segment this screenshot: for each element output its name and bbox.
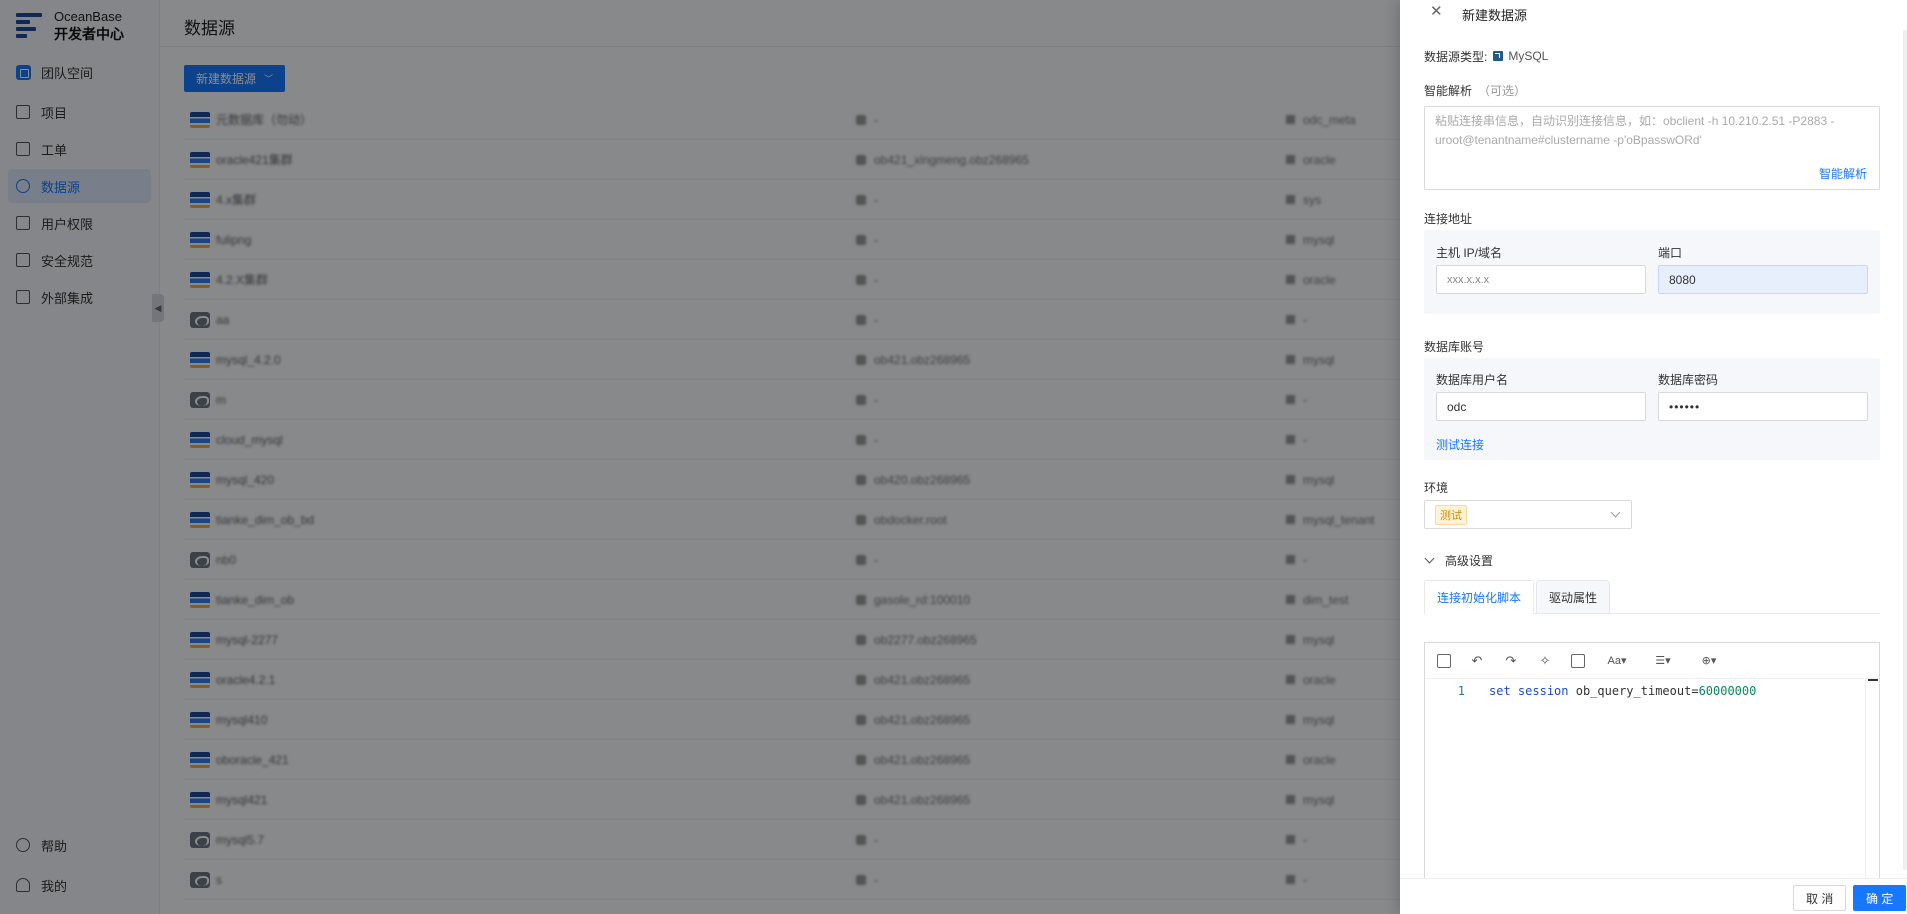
connection-address-label: 连接地址: [1424, 212, 1473, 226]
advanced-tabs: 连接初始化脚本 驱动属性: [1424, 580, 1880, 614]
environment-tag: 测试: [1435, 504, 1467, 525]
environment-label: 环境: [1424, 481, 1449, 495]
snippet-icon[interactable]: ⊕▾: [1695, 653, 1723, 669]
drawer-header: ✕ 新建数据源: [1400, 0, 1907, 26]
datasource-type-value: MySQL: [1508, 49, 1549, 63]
datasource-type-label: 数据源类型:: [1424, 49, 1488, 64]
drawer-footer: 取 消 确 定: [1400, 878, 1907, 914]
undo-icon[interactable]: ↶: [1469, 653, 1485, 669]
ai-parse-label: 智能解析 （可选）: [1424, 82, 1526, 99]
connection-address-panel: 主机 IP/域名 xxx.x.x.x 端口 8080: [1424, 230, 1880, 314]
redo-icon[interactable]: ↷: [1503, 653, 1519, 669]
code-operator: =: [1691, 684, 1699, 698]
drawer-scrollbar[interactable]: [1903, 30, 1907, 870]
code-number: 60000000: [1698, 684, 1757, 698]
indent-icon[interactable]: ☰▾: [1649, 653, 1677, 669]
close-icon[interactable]: ✕: [1430, 4, 1443, 20]
datasource-type: 数据源类型: MySQL: [1424, 46, 1880, 66]
magic-wand-icon[interactable]: ✧: [1537, 653, 1553, 669]
font-case-icon[interactable]: Aa ▾: [1603, 653, 1631, 669]
chevron-down-icon: [1424, 553, 1435, 564]
editor-toolbar: ↶ ↷ ✧ Aa ▾ ☰▾ ⊕▾: [1425, 643, 1879, 679]
cancel-button[interactable]: 取 消: [1793, 885, 1847, 911]
confirm-button[interactable]: 确 定: [1853, 885, 1907, 911]
db-username-input[interactable]: odc: [1436, 392, 1646, 421]
port-label: 端口: [1658, 246, 1683, 260]
ai-parse-title: 智能解析: [1424, 84, 1473, 98]
db-password-label: 数据库密码: [1658, 373, 1719, 387]
db-password-input[interactable]: ••••••: [1658, 392, 1868, 421]
test-connection-link[interactable]: 测试连接: [1436, 436, 1484, 453]
tab-init-script[interactable]: 连接初始化脚本: [1424, 580, 1535, 614]
connection-string-placeholder: 粘贴连接串信息，自动识别连接信息，如：obclient -h 10.210.2.…: [1435, 114, 1835, 147]
host-label: 主机 IP/域名: [1436, 246, 1503, 260]
code-line: 1 set session ob_query_timeout=60000000: [1425, 684, 1757, 698]
format-doc-icon[interactable]: [1437, 653, 1451, 668]
mysql-icon: [1493, 51, 1504, 61]
db-username-label: 数据库用户名: [1436, 373, 1509, 387]
chevron-down-icon: [1610, 507, 1621, 518]
ai-parse-optional: （可选）: [1478, 84, 1527, 98]
port-input[interactable]: 8080: [1658, 265, 1868, 294]
ai-parse-button[interactable]: 智能解析: [1819, 165, 1867, 184]
line-number: 1: [1457, 684, 1465, 698]
drawer-body: 数据源类型: MySQL 智能解析 （可选） 粘贴连接串信息，自动识别连接信息，如…: [1424, 46, 1880, 914]
code-text: set session ob_query_timeout=60000000: [1489, 684, 1756, 698]
new-datasource-drawer: ✕ 新建数据源 数据源类型: MySQL 智能解析 （可选） 粘贴连接串信息，自动…: [1400, 0, 1907, 914]
advanced-settings-label: 高级设置: [1445, 554, 1494, 568]
connection-string-textarea[interactable]: 粘贴连接串信息，自动识别连接信息，如：obclient -h 10.210.2.…: [1424, 106, 1880, 190]
environment-select[interactable]: 测试: [1424, 500, 1632, 529]
font-case-label: Aa: [1607, 654, 1621, 667]
code-identifier: ob_query_timeout: [1575, 684, 1692, 698]
init-script-editor: ↶ ↷ ✧ Aa ▾ ☰▾ ⊕▾ 1 set session ob_query_t…: [1424, 642, 1880, 914]
code-keyword: set: [1489, 684, 1511, 698]
advanced-settings-toggle[interactable]: 高级设置: [1424, 552, 1493, 569]
db-account-label: 数据库账号: [1424, 340, 1485, 354]
db-account-panel: 数据库用户名 odc 数据库密码 •••••• 测试连接: [1424, 358, 1880, 460]
code-keyword: session: [1517, 684, 1569, 698]
host-input[interactable]: xxx.x.x.x: [1436, 265, 1646, 294]
tab-driver-properties[interactable]: 驱动属性: [1536, 580, 1611, 613]
columns-icon[interactable]: [1571, 653, 1585, 668]
drawer-title: 新建数据源: [1462, 8, 1528, 23]
